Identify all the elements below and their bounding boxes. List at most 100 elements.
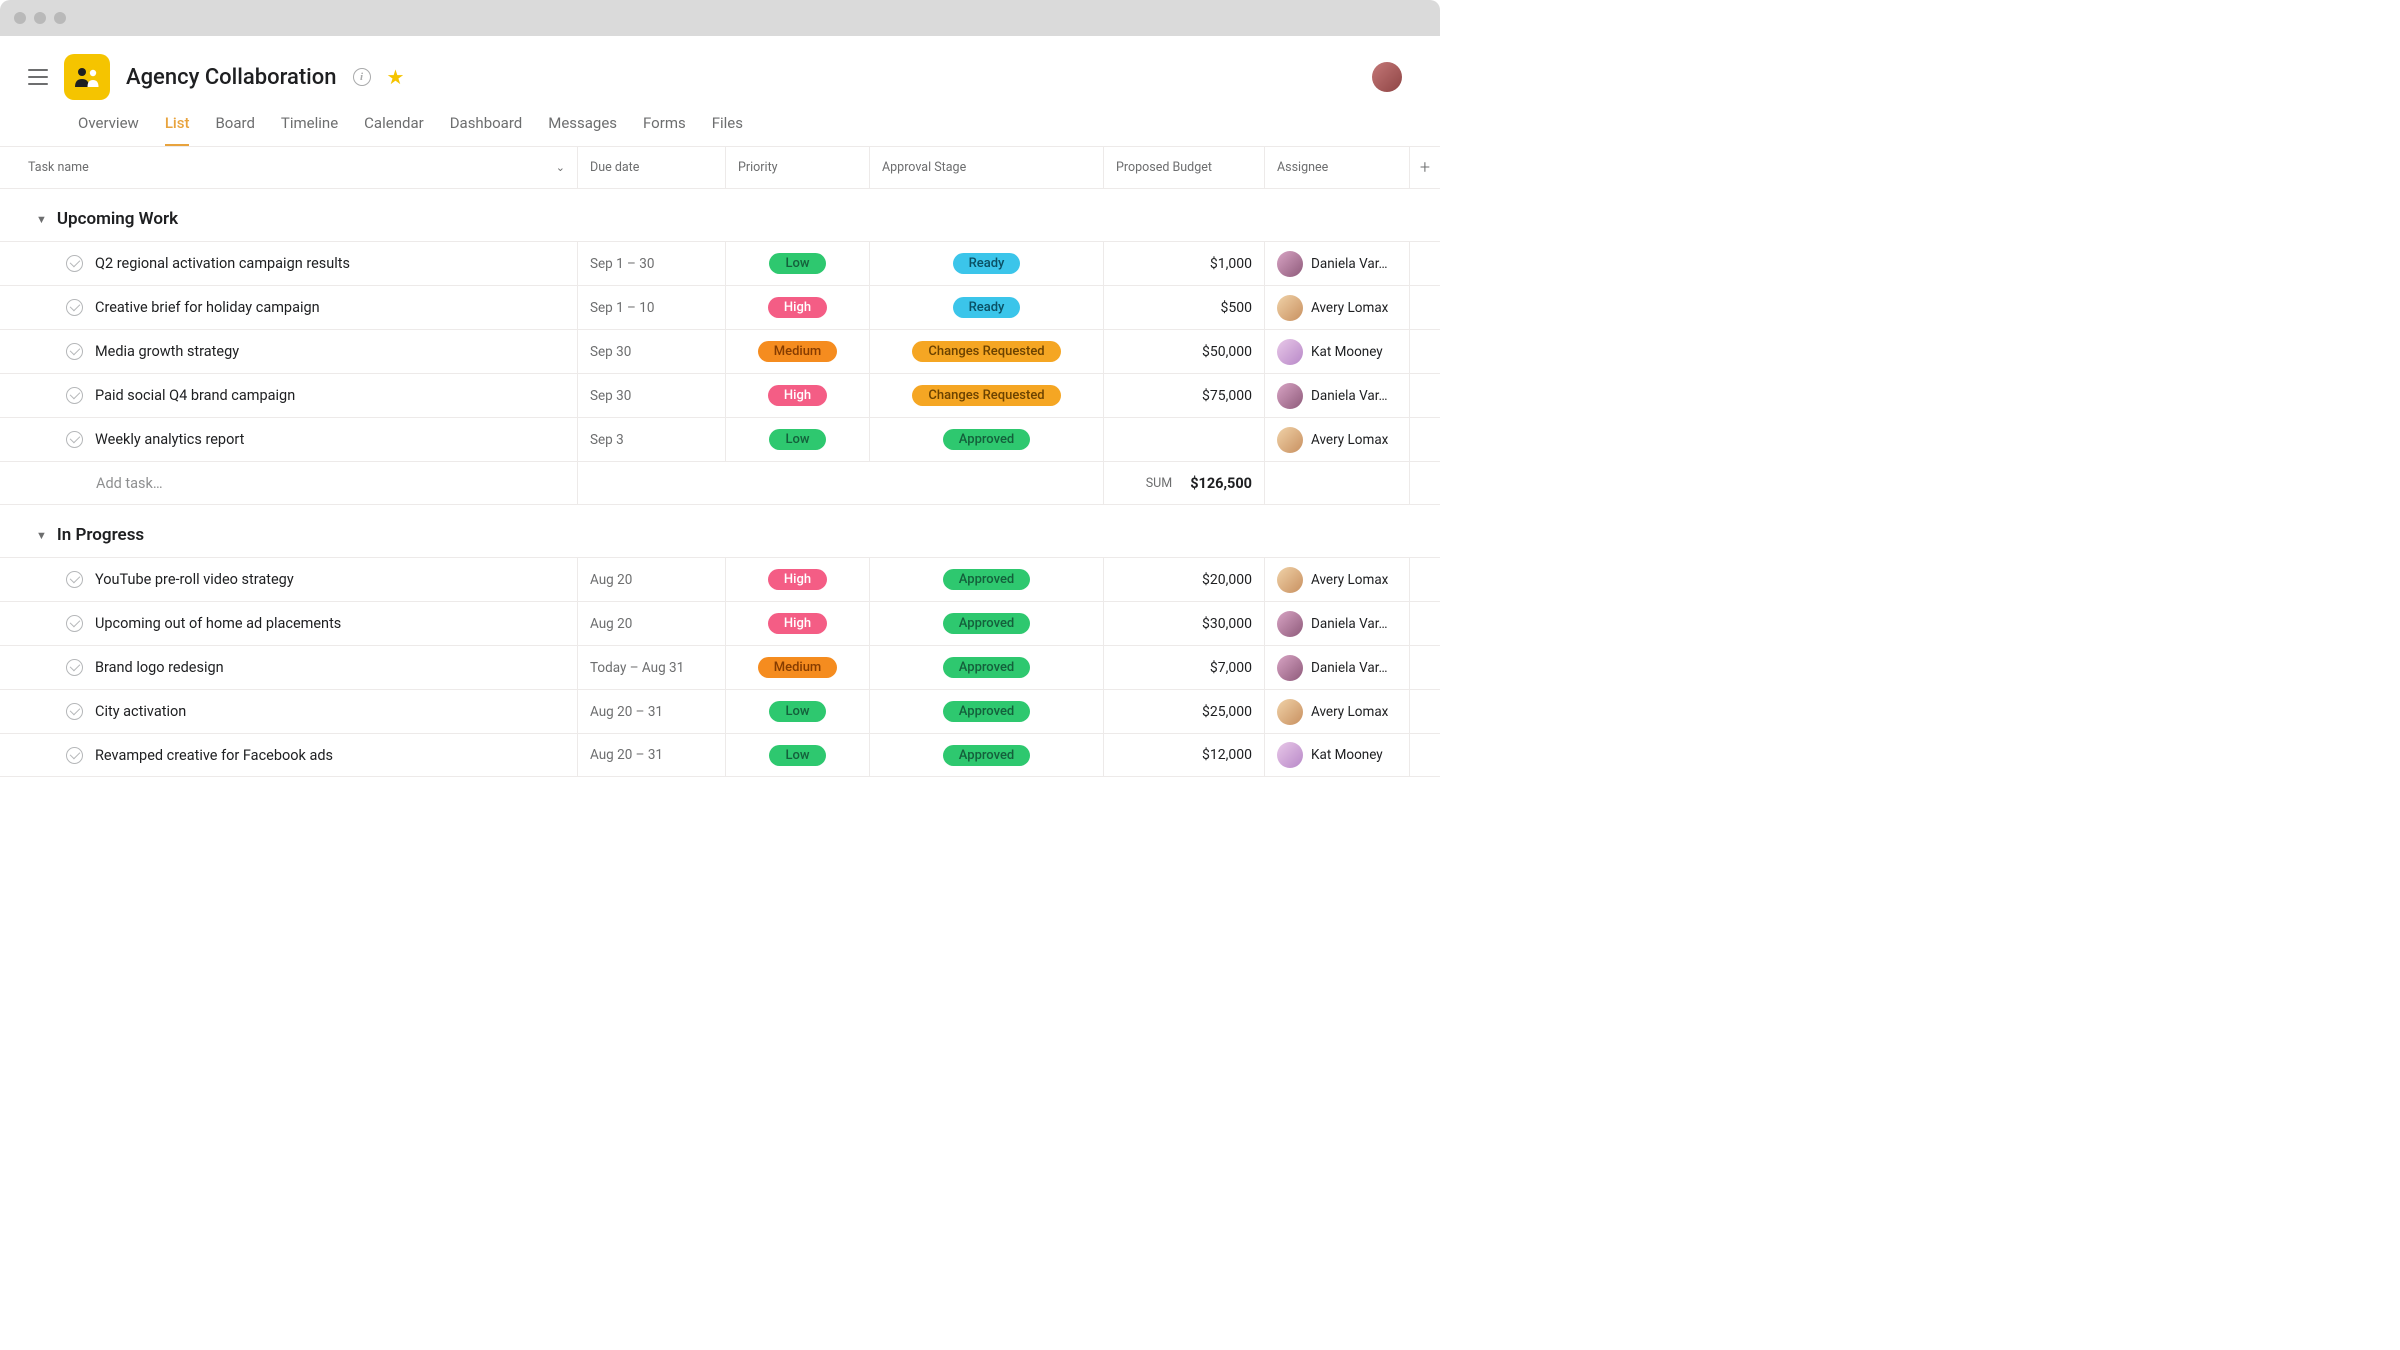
complete-check-icon[interactable] bbox=[66, 615, 83, 632]
approval-cell[interactable]: Changes Requested bbox=[870, 374, 1104, 417]
due-date-cell[interactable]: Aug 20 – 31 bbox=[578, 734, 726, 776]
priority-cell[interactable]: Medium bbox=[726, 330, 870, 373]
priority-cell[interactable]: Medium bbox=[726, 646, 870, 689]
assignee-cell[interactable]: Avery Lomax bbox=[1265, 690, 1410, 733]
approval-cell[interactable]: Approved bbox=[870, 418, 1104, 461]
task-name-cell[interactable]: Paid social Q4 brand campaign bbox=[0, 374, 578, 417]
due-date-cell[interactable]: Sep 1 – 10 bbox=[578, 286, 726, 329]
priority-cell[interactable]: Low bbox=[726, 734, 870, 776]
priority-cell[interactable]: High bbox=[726, 602, 870, 645]
assignee-cell[interactable]: Kat Mooney bbox=[1265, 330, 1410, 373]
task-row[interactable]: Weekly analytics reportSep 3LowApproved A… bbox=[0, 417, 1440, 461]
due-date-cell[interactable]: Today – Aug 31 bbox=[578, 646, 726, 689]
approval-cell[interactable]: Approved bbox=[870, 734, 1104, 776]
tab-forms[interactable]: Forms bbox=[643, 114, 686, 146]
budget-cell[interactable]: $20,000 bbox=[1104, 558, 1265, 601]
budget-cell[interactable]: $1,000 bbox=[1104, 242, 1265, 285]
section-caret-icon[interactable]: ▼ bbox=[36, 213, 47, 226]
add-column-button[interactable]: + bbox=[1410, 147, 1440, 188]
priority-cell[interactable]: High bbox=[726, 558, 870, 601]
task-name-cell[interactable]: Creative brief for holiday campaign bbox=[0, 286, 578, 329]
task-row[interactable]: City activationAug 20 – 31LowApproved$25… bbox=[0, 689, 1440, 733]
priority-cell[interactable]: High bbox=[726, 374, 870, 417]
assignee-cell[interactable]: Daniela Var… bbox=[1265, 602, 1410, 645]
approval-cell[interactable]: Changes Requested bbox=[870, 330, 1104, 373]
complete-check-icon[interactable] bbox=[66, 299, 83, 316]
task-name-cell[interactable]: Weekly analytics report bbox=[0, 418, 578, 461]
approval-cell[interactable]: Approved bbox=[870, 558, 1104, 601]
budget-cell[interactable]: $12,000 bbox=[1104, 734, 1265, 776]
task-name-cell[interactable]: City activation bbox=[0, 690, 578, 733]
budget-cell[interactable]: $500 bbox=[1104, 286, 1265, 329]
complete-check-icon[interactable] bbox=[66, 703, 83, 720]
approval-cell[interactable]: Ready bbox=[870, 286, 1104, 329]
column-priority[interactable]: Priority bbox=[726, 147, 870, 188]
task-row[interactable]: Upcoming out of home ad placementsAug 20… bbox=[0, 601, 1440, 645]
tab-overview[interactable]: Overview bbox=[78, 114, 139, 146]
column-due-date[interactable]: Due date bbox=[578, 147, 726, 188]
star-icon[interactable]: ★ bbox=[387, 65, 405, 89]
window-minimize-dot[interactable] bbox=[34, 12, 46, 24]
budget-cell[interactable] bbox=[1104, 418, 1265, 461]
task-name-cell[interactable]: Upcoming out of home ad placements bbox=[0, 602, 578, 645]
tab-board[interactable]: Board bbox=[215, 114, 254, 146]
approval-cell[interactable]: Approved bbox=[870, 602, 1104, 645]
complete-check-icon[interactable] bbox=[66, 659, 83, 676]
project-title[interactable]: Agency Collaboration bbox=[126, 65, 337, 90]
hamburger-menu-icon[interactable] bbox=[28, 69, 48, 85]
task-name-cell[interactable]: Brand logo redesign bbox=[0, 646, 578, 689]
budget-cell[interactable]: $7,000 bbox=[1104, 646, 1265, 689]
task-name-cell[interactable]: YouTube pre-roll video strategy bbox=[0, 558, 578, 601]
task-name-cell[interactable]: Revamped creative for Facebook ads bbox=[0, 734, 578, 776]
assignee-cell[interactable]: Daniela Var… bbox=[1265, 374, 1410, 417]
complete-check-icon[interactable] bbox=[66, 387, 83, 404]
window-zoom-dot[interactable] bbox=[54, 12, 66, 24]
assignee-cell[interactable]: Daniela Var… bbox=[1265, 646, 1410, 689]
info-icon[interactable]: i bbox=[353, 68, 371, 86]
approval-cell[interactable]: Approved bbox=[870, 690, 1104, 733]
assignee-cell[interactable]: Kat Mooney bbox=[1265, 734, 1410, 776]
task-row[interactable]: Q2 regional activation campaign resultsS… bbox=[0, 241, 1440, 285]
due-date-cell[interactable]: Sep 1 – 30 bbox=[578, 242, 726, 285]
assignee-cell[interactable]: Avery Lomax bbox=[1265, 558, 1410, 601]
due-date-cell[interactable]: Aug 20 bbox=[578, 558, 726, 601]
budget-cell[interactable]: $50,000 bbox=[1104, 330, 1265, 373]
task-row[interactable]: Brand logo redesignToday – Aug 31MediumA… bbox=[0, 645, 1440, 689]
priority-cell[interactable]: High bbox=[726, 286, 870, 329]
task-row[interactable]: Media growth strategySep 30MediumChanges… bbox=[0, 329, 1440, 373]
tab-dashboard[interactable]: Dashboard bbox=[450, 114, 523, 146]
budget-cell[interactable]: $30,000 bbox=[1104, 602, 1265, 645]
current-user-avatar[interactable] bbox=[1372, 62, 1402, 92]
task-row[interactable]: Revamped creative for Facebook adsAug 20… bbox=[0, 733, 1440, 777]
complete-check-icon[interactable] bbox=[66, 431, 83, 448]
window-close-dot[interactable] bbox=[14, 12, 26, 24]
add-task-button[interactable]: Add task… bbox=[0, 462, 578, 504]
section-header[interactable]: ▼Upcoming Work bbox=[0, 189, 1440, 241]
due-date-cell[interactable]: Aug 20 – 31 bbox=[578, 690, 726, 733]
assignee-cell[interactable]: Avery Lomax bbox=[1265, 286, 1410, 329]
priority-cell[interactable]: Low bbox=[726, 690, 870, 733]
assignee-cell[interactable]: Daniela Var… bbox=[1265, 242, 1410, 285]
tab-files[interactable]: Files bbox=[712, 114, 743, 146]
section-header[interactable]: ▼In Progress bbox=[0, 505, 1440, 557]
due-date-cell[interactable]: Sep 3 bbox=[578, 418, 726, 461]
column-approval[interactable]: Approval Stage bbox=[870, 147, 1104, 188]
assignee-cell[interactable]: Avery Lomax bbox=[1265, 418, 1410, 461]
task-row[interactable]: Creative brief for holiday campaignSep 1… bbox=[0, 285, 1440, 329]
complete-check-icon[interactable] bbox=[66, 747, 83, 764]
priority-cell[interactable]: Low bbox=[726, 418, 870, 461]
approval-cell[interactable]: Ready bbox=[870, 242, 1104, 285]
task-name-cell[interactable]: Media growth strategy bbox=[0, 330, 578, 373]
task-row[interactable]: Paid social Q4 brand campaignSep 30HighC… bbox=[0, 373, 1440, 417]
budget-cell[interactable]: $75,000 bbox=[1104, 374, 1265, 417]
column-task-name[interactable]: Task name ⌄ bbox=[0, 147, 578, 188]
tab-calendar[interactable]: Calendar bbox=[364, 114, 424, 146]
column-assignee[interactable]: Assignee bbox=[1265, 147, 1410, 188]
tab-list[interactable]: List bbox=[165, 114, 190, 146]
tab-timeline[interactable]: Timeline bbox=[281, 114, 338, 146]
priority-cell[interactable]: Low bbox=[726, 242, 870, 285]
due-date-cell[interactable]: Aug 20 bbox=[578, 602, 726, 645]
approval-cell[interactable]: Approved bbox=[870, 646, 1104, 689]
due-date-cell[interactable]: Sep 30 bbox=[578, 374, 726, 417]
due-date-cell[interactable]: Sep 30 bbox=[578, 330, 726, 373]
